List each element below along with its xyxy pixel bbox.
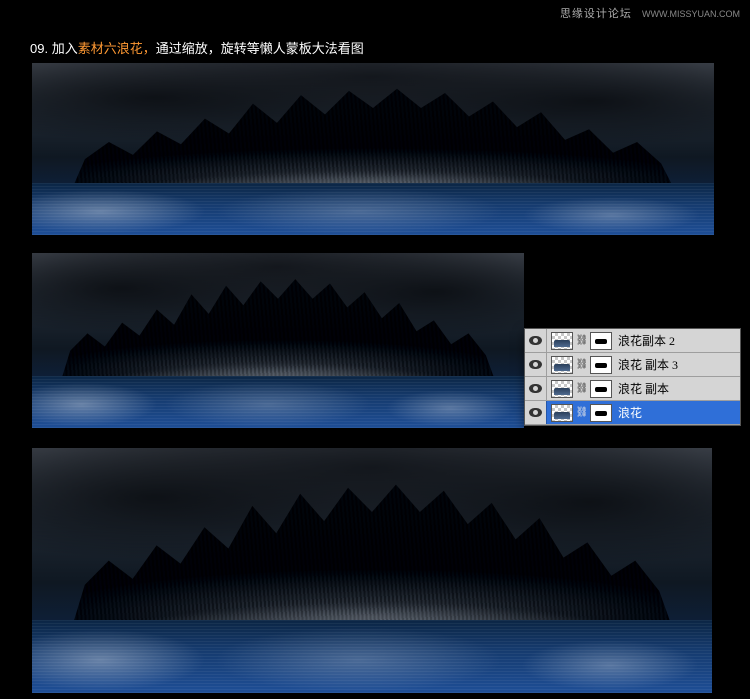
layer-cells: ⛓ 浪花 副本 xyxy=(547,377,669,400)
layer-cells: ⛓ 浪花 副本 3 xyxy=(547,353,678,376)
step-instruction: 09. 加入素材六浪花，通过缩放，旋转等懒人蒙板大法看图 xyxy=(30,38,364,57)
step-number: 09. xyxy=(30,41,48,56)
eye-icon xyxy=(529,360,542,369)
eye-icon xyxy=(529,408,542,417)
layer-cells: ⛓ 浪花 xyxy=(547,401,642,424)
layer-name-label[interactable]: 浪花 xyxy=(618,404,642,421)
mask-thumbnail[interactable] xyxy=(590,356,612,374)
layer-cells: ⛓ 浪花副本 2 xyxy=(547,329,675,352)
ocean-layer xyxy=(32,183,714,235)
visibility-toggle[interactable] xyxy=(525,401,547,424)
ocean-layer xyxy=(32,376,524,429)
composite-preview-1 xyxy=(32,63,714,235)
mask-thumbnail[interactable] xyxy=(590,332,612,350)
site-name: 思缘设计论坛 xyxy=(560,8,632,20)
composite-preview-3 xyxy=(32,448,712,693)
step-prefix: 加入 xyxy=(52,41,78,56)
eye-icon xyxy=(529,336,542,345)
layer-name-label[interactable]: 浪花 副本 3 xyxy=(618,356,678,373)
visibility-toggle[interactable] xyxy=(525,329,547,352)
step-rest: 通过缩放，旋转等懒人蒙板大法看图 xyxy=(156,41,364,56)
link-icon[interactable]: ⛓ xyxy=(577,407,587,418)
site-url: WWW.MISSYUAN.COM xyxy=(642,9,740,19)
layer-name-label[interactable]: 浪花副本 2 xyxy=(618,332,675,349)
layer-row[interactable]: ⛓ 浪花副本 2 xyxy=(525,329,740,353)
step-highlight: 素材六浪花， xyxy=(78,41,156,56)
layer-thumbnail[interactable] xyxy=(551,332,573,350)
layer-thumbnail[interactable] xyxy=(551,404,573,422)
layer-name-label[interactable]: 浪花 副本 xyxy=(618,380,669,397)
mask-thumbnail[interactable] xyxy=(590,404,612,422)
visibility-toggle[interactable] xyxy=(525,377,547,400)
visibility-toggle[interactable] xyxy=(525,353,547,376)
layer-row[interactable]: ⛓ 浪花 副本 xyxy=(525,377,740,401)
eye-icon xyxy=(529,384,542,393)
ocean-layer xyxy=(32,620,712,694)
layer-row-selected[interactable]: ⛓ 浪花 xyxy=(525,401,740,425)
composite-preview-2 xyxy=(32,253,524,428)
layer-thumbnail[interactable] xyxy=(551,380,573,398)
link-icon[interactable]: ⛓ xyxy=(577,383,587,394)
layer-row[interactable]: ⛓ 浪花 副本 3 xyxy=(525,353,740,377)
photoshop-layers-panel[interactable]: ⛓ 浪花副本 2 ⛓ 浪花 副本 3 ⛓ 浪花 副本 ⛓ 浪花 xyxy=(524,328,741,426)
link-icon[interactable]: ⛓ xyxy=(577,359,587,370)
watermark-header: 思缘设计论坛 WWW.MISSYUAN.COM xyxy=(560,5,740,21)
mask-thumbnail[interactable] xyxy=(590,380,612,398)
layer-thumbnail[interactable] xyxy=(551,356,573,374)
link-icon[interactable]: ⛓ xyxy=(577,335,587,346)
